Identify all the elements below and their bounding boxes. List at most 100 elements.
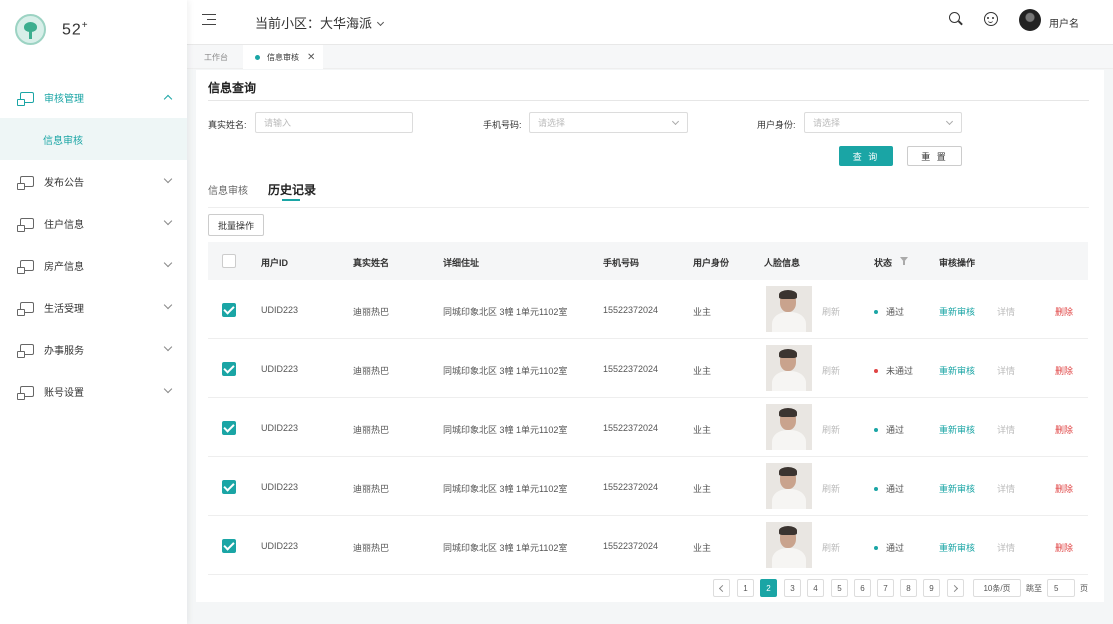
chevron-down-icon: [671, 117, 680, 126]
tab-workbench[interactable]: 工作台: [204, 45, 228, 69]
phone-label: 手机号码:: [483, 120, 522, 130]
sidebar-item-label: 房产信息: [44, 261, 84, 273]
role: 业主: [693, 425, 712, 435]
delete-link[interactable]: 删除: [1055, 541, 1073, 554]
subtab-history[interactable]: 历史记录: [268, 181, 316, 198]
detail-link[interactable]: 详情: [997, 364, 1015, 377]
delete-link[interactable]: 删除: [1055, 482, 1073, 495]
tab-info-audit[interactable]: 信息审核 ✕: [243, 45, 324, 69]
user-id: UDID223: [261, 305, 299, 315]
page-suffix: 页: [1080, 584, 1088, 593]
address: 同城印象北区 3幢 1单元1102室: [443, 543, 568, 553]
user-id: UDID223: [261, 482, 299, 492]
phone-select[interactable]: 请选择: [529, 112, 688, 133]
detail-link[interactable]: 详情: [997, 541, 1015, 554]
select-all-checkbox[interactable]: [222, 254, 236, 268]
delete-link[interactable]: 删除: [1055, 423, 1073, 436]
close-icon[interactable]: ✕: [307, 52, 315, 63]
subtab-info-audit[interactable]: 信息审核: [208, 182, 248, 197]
batch-operation-button[interactable]: 批量操作: [208, 214, 264, 236]
refresh-link[interactable]: 刷新: [822, 482, 840, 495]
sidebar-item-announcements[interactable]: 发布公告: [0, 160, 187, 202]
name-input[interactable]: 请输入: [255, 112, 413, 133]
prev-page-button[interactable]: [713, 579, 730, 597]
page-title: 信息查询: [208, 81, 257, 95]
robot-icon[interactable]: [984, 12, 998, 26]
role-select[interactable]: 请选择: [804, 112, 962, 133]
detail-link[interactable]: 详情: [997, 423, 1015, 436]
row-checkbox[interactable]: [222, 421, 236, 435]
community-selector[interactable]: 当前小区：大华海派: [255, 13, 385, 32]
phone: 15522372024: [603, 305, 659, 315]
detail-link[interactable]: 详情: [997, 482, 1015, 495]
sidebar-item-life-services[interactable]: 生活受理: [0, 286, 187, 328]
avatar[interactable]: [1019, 9, 1041, 31]
reaudit-link[interactable]: 重新审核: [939, 364, 975, 377]
main-content: 信息查询 真实姓名: 请输入 手机号码: 请选择 用户身份: 请选择 查 询 重…: [196, 70, 1104, 602]
divider: [208, 100, 1089, 101]
sidebar-item-audit-management[interactable]: 审核管理: [0, 76, 187, 118]
refresh-link[interactable]: 刷新: [822, 364, 840, 377]
reset-button[interactable]: 重 置: [907, 146, 962, 166]
detail-link[interactable]: 详情: [997, 305, 1015, 318]
page-size-select[interactable]: 10条/页: [973, 579, 1021, 597]
sidebar-item-property[interactable]: 房产信息: [0, 244, 187, 286]
page-button-current[interactable]: 2: [760, 579, 777, 597]
face-photo: [766, 522, 812, 568]
username[interactable]: 用户名: [1049, 15, 1079, 30]
page-button[interactable]: 5: [831, 579, 848, 597]
column-header: 用户身份: [693, 258, 730, 268]
logo: 52+: [15, 14, 89, 45]
menu-icon: [17, 301, 34, 316]
face-photo: [766, 345, 812, 391]
page-button[interactable]: 4: [807, 579, 824, 597]
real-name: 迪丽热巴: [353, 543, 390, 553]
refresh-link[interactable]: 刷新: [822, 305, 840, 318]
page-button[interactable]: 3: [784, 579, 801, 597]
row-checkbox[interactable]: [222, 362, 236, 376]
reaudit-link[interactable]: 重新审核: [939, 423, 975, 436]
sidebar-item-label: 住户信息: [44, 219, 84, 231]
row-checkbox[interactable]: [222, 303, 236, 317]
chevron-down-icon: [163, 384, 173, 394]
delete-link[interactable]: 删除: [1055, 305, 1073, 318]
jump-page-input[interactable]: 5: [1047, 579, 1075, 597]
page-button[interactable]: 1: [737, 579, 754, 597]
delete-link[interactable]: 删除: [1055, 364, 1073, 377]
search-icon[interactable]: [949, 12, 963, 26]
refresh-link[interactable]: 刷新: [822, 541, 840, 554]
page-button[interactable]: 7: [877, 579, 894, 597]
query-button[interactable]: 查 询: [839, 146, 893, 166]
column-header: 人脸信息: [764, 258, 801, 268]
page-tabs-bar: 工作台 信息审核 ✕: [187, 45, 1113, 69]
reaudit-link[interactable]: 重新审核: [939, 305, 975, 318]
reaudit-link[interactable]: 重新审核: [939, 482, 975, 495]
active-tab-indicator: [282, 199, 300, 201]
row-checkbox[interactable]: [222, 539, 236, 553]
sidebar-item-residents[interactable]: 住户信息: [0, 202, 187, 244]
status-dot: [874, 487, 878, 491]
user-id: UDID223: [261, 541, 299, 551]
status-dot: [874, 369, 878, 373]
community-prefix: 当前小区：: [255, 16, 321, 31]
table-row: UDID223 迪丽热巴 同城印象北区 3幢 1单元1102室 15522372…: [208, 280, 1088, 339]
sidebar-item-affairs[interactable]: 办事服务: [0, 328, 187, 370]
sidebar-subitem-info-audit[interactable]: 信息审核: [0, 118, 187, 160]
next-page-button[interactable]: [947, 579, 964, 597]
sidebar-item-account[interactable]: 账号设置: [0, 370, 187, 412]
page-button[interactable]: 9: [923, 579, 940, 597]
sidebar-item-label: 账号设置: [44, 387, 84, 399]
chevron-down-icon: [945, 117, 954, 126]
status: 未通过: [874, 364, 913, 377]
page-button[interactable]: 6: [854, 579, 871, 597]
menu-fold-icon[interactable]: [202, 14, 216, 26]
address: 同城印象北区 3幢 1单元1102室: [443, 484, 568, 494]
refresh-link[interactable]: 刷新: [822, 423, 840, 436]
face-photo: [766, 404, 812, 450]
reaudit-link[interactable]: 重新审核: [939, 541, 975, 554]
phone: 15522372024: [603, 423, 659, 433]
row-checkbox[interactable]: [222, 480, 236, 494]
filter-icon[interactable]: [900, 257, 908, 265]
page-button[interactable]: 8: [900, 579, 917, 597]
logo-text: 52+: [62, 19, 89, 39]
